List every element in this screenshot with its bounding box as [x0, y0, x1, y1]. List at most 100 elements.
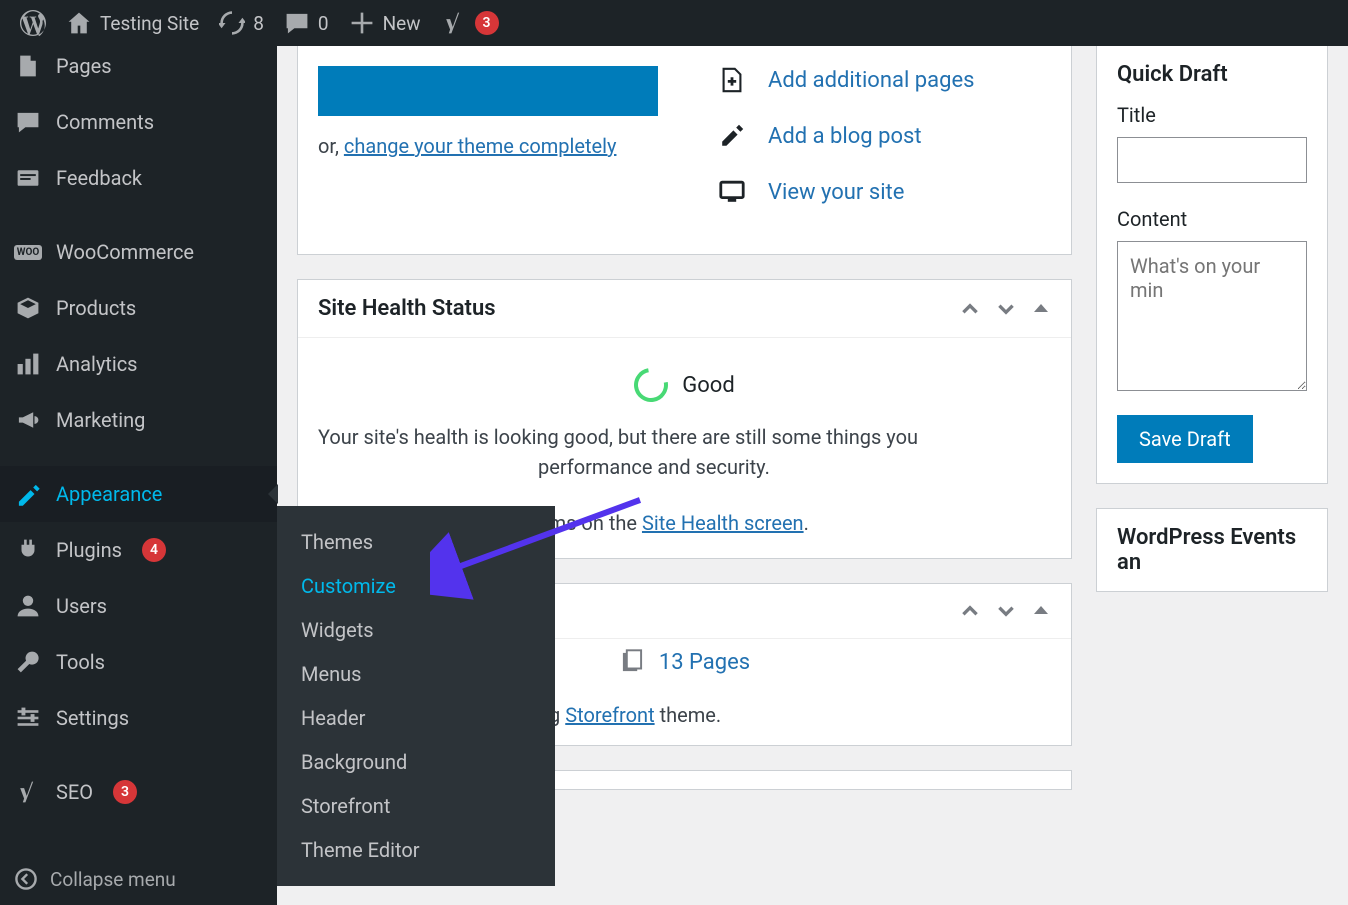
yoast-icon	[441, 10, 467, 36]
pages-stack-icon	[619, 649, 645, 675]
tools-icon	[14, 648, 42, 676]
yoast-badge: 3	[475, 11, 499, 35]
site-health-link[interactable]: Site Health screen	[642, 511, 804, 535]
admin-toolbar: Testing Site 8 0 New 3	[0, 0, 1348, 46]
draft-title-input[interactable]	[1117, 137, 1307, 183]
sidebar-item-woocommerce[interactable]: WOO WooCommerce	[0, 224, 277, 280]
sidebar-item-appearance[interactable]: Appearance	[0, 466, 277, 522]
pages-icon	[14, 52, 42, 80]
add-page-icon	[718, 66, 746, 94]
view-site-link[interactable]: View your site	[718, 178, 1051, 206]
yoast-link[interactable]: 3	[431, 0, 509, 46]
sidebar-label: Settings	[56, 706, 129, 730]
or-change-line: or, change your theme completely	[318, 134, 658, 158]
caret-up-icon[interactable]	[1031, 600, 1051, 620]
theme-link[interactable]: Storefront	[565, 703, 654, 727]
comments-link[interactable]: 0	[274, 0, 339, 46]
new-label: New	[383, 12, 421, 35]
sidebar-item-feedback[interactable]: Feedback	[0, 150, 277, 206]
submenu-customize[interactable]: Customize	[277, 564, 555, 608]
refresh-icon	[219, 10, 245, 36]
health-circle-icon	[628, 361, 675, 408]
health-status-text: Good	[682, 369, 735, 402]
health-description-2: performance and security.	[318, 452, 1051, 482]
collapse-label: Collapse menu	[50, 868, 176, 891]
sidebar-label: WooCommerce	[56, 240, 194, 264]
sidebar-label: Plugins	[56, 538, 122, 562]
comments-count: 0	[318, 12, 329, 35]
add-blog-link[interactable]: Add a blog post	[718, 122, 1051, 150]
monitor-icon	[718, 178, 746, 206]
plugins-icon	[14, 536, 42, 564]
sidebar-label: Pages	[56, 54, 112, 78]
chevron-up-icon[interactable]	[959, 600, 981, 622]
sidebar-item-tools[interactable]: Tools	[0, 634, 277, 690]
chevron-down-icon[interactable]	[995, 600, 1017, 622]
comment-icon	[284, 10, 310, 36]
sidebar-item-pages[interactable]: Pages	[0, 46, 277, 94]
submenu-storefront[interactable]: Storefront	[277, 784, 555, 828]
sidebar-label: Products	[56, 296, 136, 320]
site-link[interactable]: Testing Site	[56, 0, 209, 46]
submenu-themes[interactable]: Themes	[277, 520, 555, 564]
seo-icon	[14, 778, 42, 806]
quick-draft-title: Quick Draft	[1117, 62, 1228, 87]
users-icon	[14, 592, 42, 620]
caret-up-icon[interactable]	[1031, 298, 1051, 318]
site-title: Testing Site	[100, 12, 199, 35]
save-draft-button[interactable]: Save Draft	[1117, 415, 1253, 463]
comments-icon	[14, 108, 42, 136]
events-title: WordPress Events an	[1117, 525, 1307, 575]
sidebar-item-plugins[interactable]: Plugins 4	[0, 522, 277, 578]
sidebar-item-users[interactable]: Users	[0, 578, 277, 634]
panel-controls	[959, 298, 1051, 320]
sidebar-label: Users	[56, 594, 107, 618]
add-pages-link[interactable]: Add additional pages	[718, 66, 1051, 94]
sidebar-item-products[interactable]: Products	[0, 280, 277, 336]
analytics-icon	[14, 350, 42, 378]
settings-icon	[14, 704, 42, 732]
sidebar-label: Tools	[56, 650, 105, 674]
sidebar-item-marketing[interactable]: Marketing	[0, 392, 277, 448]
sidebar-label: SEO	[56, 780, 93, 804]
submenu-theme-editor[interactable]: Theme Editor	[277, 828, 555, 872]
quick-draft-panel: Quick Draft Title Content Save Draft	[1096, 46, 1328, 484]
collapse-menu[interactable]: Collapse menu	[0, 853, 190, 905]
wordpress-icon	[20, 10, 46, 36]
draft-content-textarea[interactable]	[1117, 241, 1307, 391]
site-health-title: Site Health Status	[318, 296, 496, 321]
write-icon	[718, 122, 746, 150]
products-icon	[14, 294, 42, 322]
health-status-row: Good	[318, 358, 1051, 422]
sidebar-label: Marketing	[56, 408, 145, 432]
content-label: Content	[1117, 207, 1307, 231]
chevron-down-icon[interactable]	[995, 298, 1017, 320]
submenu-background[interactable]: Background	[277, 740, 555, 784]
sidebar-item-settings[interactable]: Settings	[0, 690, 277, 746]
sidebar-label: Appearance	[56, 482, 162, 506]
health-description: Your site's health is looking good, but …	[318, 422, 1051, 452]
submenu-widgets[interactable]: Widgets	[277, 608, 555, 652]
sidebar-item-comments[interactable]: Comments	[0, 94, 277, 150]
appearance-submenu: Themes Customize Widgets Menus Header Ba…	[277, 506, 555, 886]
submenu-header[interactable]: Header	[277, 696, 555, 740]
new-content-link[interactable]: New	[339, 0, 431, 46]
sidebar-label: Feedback	[56, 166, 142, 190]
submenu-menus[interactable]: Menus	[277, 652, 555, 696]
sidebar-item-analytics[interactable]: Analytics	[0, 336, 277, 392]
seo-badge: 3	[113, 780, 137, 804]
updates-link[interactable]: 8	[209, 0, 274, 46]
change-theme-link[interactable]: change your theme completely	[344, 134, 617, 158]
home-icon	[66, 10, 92, 36]
sidebar-item-seo[interactable]: SEO 3	[0, 764, 277, 820]
title-label: Title	[1117, 103, 1307, 127]
appearance-icon	[14, 480, 42, 508]
plus-icon	[349, 10, 375, 36]
wp-logo[interactable]	[10, 0, 56, 46]
welcome-panel: or, change your theme completely Add add…	[297, 46, 1072, 255]
woo-icon: WOO	[14, 238, 42, 266]
marketing-icon	[14, 406, 42, 434]
customize-button[interactable]	[318, 66, 658, 116]
collapse-icon	[14, 867, 38, 891]
chevron-up-icon[interactable]	[959, 298, 981, 320]
